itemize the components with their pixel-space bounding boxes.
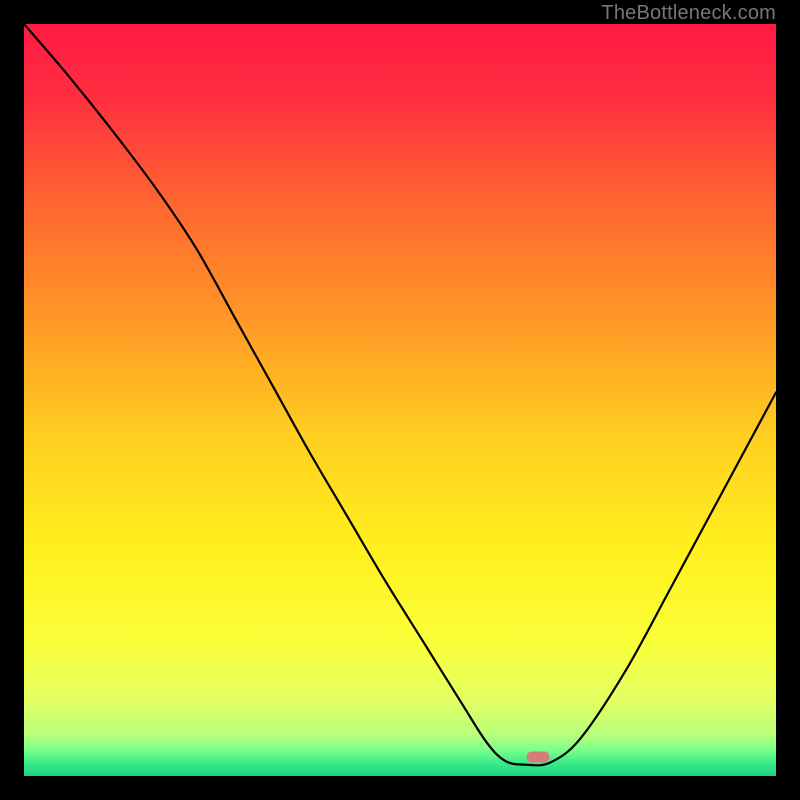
- chart-canvas: [24, 24, 776, 776]
- minimum-marker: [526, 752, 549, 763]
- plot-frame: [24, 24, 776, 776]
- gradient-background: [24, 24, 776, 776]
- watermark-text: TheBottleneck.com: [601, 2, 776, 25]
